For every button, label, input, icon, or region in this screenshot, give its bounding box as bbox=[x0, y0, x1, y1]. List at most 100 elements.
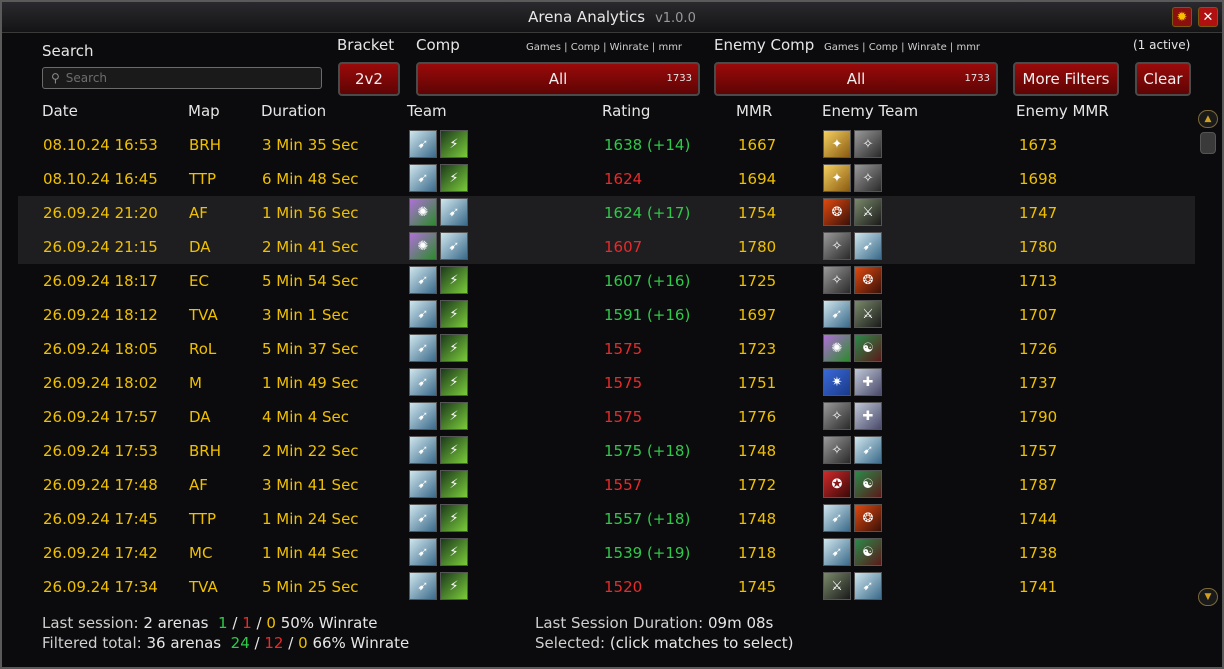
hunter-icon: ➹ bbox=[440, 232, 468, 260]
match-row[interactable]: 08.10.24 16:45 TTP 6 Min 48 Sec 1624 1694 169… bbox=[18, 162, 1195, 196]
match-list-scrollbar[interactable]: ▲ ▼ bbox=[1198, 110, 1218, 608]
match-row[interactable]: 26.09.24 21:15 DA 2 Min 41 Sec 1607 1780 1780… bbox=[18, 230, 1195, 264]
hunter-icon: ➹ bbox=[409, 164, 437, 192]
match-row[interactable]: 26.09.24 21:20 AF 1 Min 56 Sec 1624 (+17) 17… bbox=[18, 196, 1195, 230]
filtered-winrate: 66% Winrate bbox=[312, 634, 410, 652]
match-enemy-mmr: 1698 bbox=[1019, 170, 1058, 188]
column-header-mmr[interactable]: MMR bbox=[736, 102, 772, 120]
session-duration-value: 09m 08s bbox=[708, 614, 774, 632]
match-map: RoL bbox=[189, 340, 217, 358]
match-row[interactable]: 26.09.24 17:42 MC 1 Min 44 Sec 1539 (+19) 17… bbox=[18, 536, 1195, 570]
match-row[interactable]: 26.09.24 18:05 RoL 5 Min 37 Sec 1575 1723 172… bbox=[18, 332, 1195, 366]
match-row[interactable]: 26.09.24 17:45 TTP 1 Min 24 Sec 1557 (+18) 1… bbox=[18, 502, 1195, 536]
match-row[interactable]: 26.09.24 18:17 EC 5 Min 54 Sec 1607 (+16) 17… bbox=[18, 264, 1195, 298]
match-duration: 1 Min 56 Sec bbox=[262, 204, 359, 222]
shaman-icon: ⚡ bbox=[440, 130, 468, 158]
monk-icon: ☯ bbox=[854, 538, 882, 566]
match-enemy-mmr: 1737 bbox=[1019, 374, 1058, 392]
match-row[interactable]: 26.09.24 18:12 TVA 3 Min 1 Sec 1591 (+16) 16… bbox=[18, 298, 1195, 332]
shaman-icon: ⚡ bbox=[440, 402, 468, 430]
match-map: TTP bbox=[189, 510, 217, 528]
settings-gear-button[interactable]: ✹ bbox=[1172, 7, 1192, 27]
rogue-icon: ✧ bbox=[854, 164, 882, 192]
match-map: AF bbox=[189, 204, 208, 222]
match-rating: 1607 bbox=[604, 238, 643, 256]
column-header-enemy-team[interactable]: Enemy Team bbox=[822, 102, 918, 120]
match-enemy-mmr: 1738 bbox=[1019, 544, 1058, 562]
selected-label: Selected: bbox=[535, 634, 606, 652]
separator: / bbox=[256, 614, 262, 632]
comp-dropdown[interactable]: All 1733 bbox=[416, 62, 700, 96]
session-duration: Last Session Duration: 09m 08s bbox=[535, 614, 773, 632]
selected-value: (click matches to select) bbox=[609, 634, 794, 652]
match-row[interactable]: 26.09.24 17:53 BRH 2 Min 22 Sec 1575 (+18) 1… bbox=[18, 434, 1195, 468]
match-date: 26.09.24 21:20 bbox=[43, 204, 158, 222]
shaman-icon: ⚡ bbox=[440, 572, 468, 600]
match-map: MC bbox=[189, 544, 213, 562]
match-mmr: 1725 bbox=[738, 272, 777, 290]
match-date: 26.09.24 18:12 bbox=[43, 306, 158, 324]
hunter-icon: ➹ bbox=[409, 402, 437, 430]
match-rating: 1575 bbox=[604, 340, 643, 358]
column-header-rating[interactable]: Rating bbox=[602, 102, 650, 120]
hunter-icon: ➹ bbox=[854, 436, 882, 464]
title-bar[interactable]: Arena Analytics v1.0.0 ✹ ✕ bbox=[2, 2, 1222, 33]
match-duration: 5 Min 25 Sec bbox=[262, 578, 359, 596]
arena-analytics-window: Arena Analytics v1.0.0 ✹ ✕ Search ⚲ Search… bbox=[0, 0, 1224, 669]
hunter-icon: ➹ bbox=[409, 368, 437, 396]
hunter-icon: ➹ bbox=[409, 470, 437, 498]
match-rating: 1520 bbox=[604, 578, 643, 596]
scroll-down-button[interactable]: ▼ bbox=[1198, 588, 1218, 606]
monk-icon: ☯ bbox=[854, 334, 882, 362]
comp-label: Comp bbox=[416, 36, 460, 54]
clear-filters-button[interactable]: Clear bbox=[1135, 62, 1191, 96]
match-date: 26.09.24 17:42 bbox=[43, 544, 158, 562]
match-rating: 1591 (+16) bbox=[604, 306, 691, 324]
warlock-icon: ✺ bbox=[409, 198, 437, 226]
more-filters-button[interactable]: More Filters bbox=[1013, 62, 1119, 96]
last-session-wins: 1 bbox=[218, 614, 228, 632]
shaman-icon: ⚡ bbox=[440, 266, 468, 294]
scroll-thumb[interactable] bbox=[1200, 132, 1216, 154]
match-rating: 1539 (+19) bbox=[604, 544, 691, 562]
hunter-icon: ➹ bbox=[409, 300, 437, 328]
column-header-duration[interactable]: Duration bbox=[261, 102, 326, 120]
match-map: M bbox=[189, 374, 202, 392]
enemy-comp-dropdown[interactable]: All 1733 bbox=[714, 62, 998, 96]
scroll-up-button[interactable]: ▲ bbox=[1198, 110, 1218, 128]
search-input[interactable]: ⚲ Search bbox=[42, 67, 322, 89]
match-row[interactable]: 26.09.24 17:48 AF 3 Min 41 Sec 1557 1772 1787… bbox=[18, 468, 1195, 502]
warrior-icon: ⚔ bbox=[854, 198, 882, 226]
hunter-icon: ➹ bbox=[854, 572, 882, 600]
warlock-icon: ✺ bbox=[409, 232, 437, 260]
match-map: BRH bbox=[189, 442, 221, 460]
column-header-team[interactable]: Team bbox=[407, 102, 447, 120]
column-header-map[interactable]: Map bbox=[188, 102, 220, 120]
match-row[interactable]: 26.09.24 18:02 M 1 Min 49 Sec 1575 1751 1737 ➹… bbox=[18, 366, 1195, 400]
hunter-icon: ➹ bbox=[409, 130, 437, 158]
match-mmr: 1723 bbox=[738, 340, 777, 358]
match-rating: 1638 (+14) bbox=[604, 136, 691, 154]
separator: / bbox=[288, 634, 294, 652]
match-row[interactable]: 08.10.24 16:53 BRH 3 Min 35 Sec 1638 (+14) 1… bbox=[18, 128, 1195, 162]
match-map: DA bbox=[189, 238, 211, 256]
close-button[interactable]: ✕ bbox=[1198, 7, 1218, 27]
match-row[interactable]: 26.09.24 17:57 DA 4 Min 4 Sec 1575 1776 1790 ➹… bbox=[18, 400, 1195, 434]
last-session-losses: 1 bbox=[242, 614, 252, 632]
match-duration: 2 Min 41 Sec bbox=[262, 238, 359, 256]
arrow-down-icon: ▼ bbox=[1204, 592, 1212, 602]
match-mmr: 1780 bbox=[738, 238, 777, 256]
filtered-wins: 24 bbox=[230, 634, 250, 652]
match-date: 08.10.24 16:53 bbox=[43, 136, 158, 154]
match-row[interactable]: 26.09.24 17:34 TVA 5 Min 25 Sec 1520 1745 174… bbox=[18, 570, 1195, 604]
column-header-enemy-mmr[interactable]: Enemy MMR bbox=[1016, 102, 1109, 120]
column-header-date[interactable]: Date bbox=[42, 102, 78, 120]
priest-icon: ✚ bbox=[854, 368, 882, 396]
session-duration-label: Last Session Duration: bbox=[535, 614, 704, 632]
bracket-dropdown[interactable]: 2v2 bbox=[338, 62, 400, 96]
selected-info: Selected: (click matches to select) bbox=[535, 634, 794, 652]
comp-value: All bbox=[548, 70, 568, 88]
match-mmr: 1694 bbox=[738, 170, 777, 188]
match-enemy-mmr: 1726 bbox=[1019, 340, 1058, 358]
gear-icon: ✹ bbox=[1176, 9, 1188, 25]
